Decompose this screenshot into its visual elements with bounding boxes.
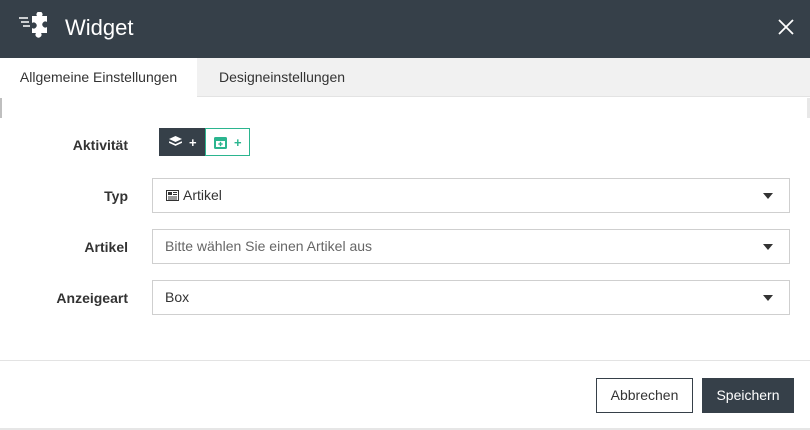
plus-sign: + bbox=[234, 135, 242, 150]
tab-design-settings[interactable]: Designeinstellungen bbox=[197, 58, 367, 97]
dialog-title: Widget bbox=[65, 15, 134, 40]
widget-dialog: Widget Allgemeine Einstellungen Designei… bbox=[0, 0, 810, 430]
plus-sign: + bbox=[189, 135, 197, 150]
activity-button-group: + + bbox=[159, 128, 250, 156]
activity-label: Aktivität bbox=[72, 137, 128, 153]
display-type-select[interactable]: Box bbox=[152, 280, 790, 315]
tab-bar: Allgemeine Einstellungen Designeinstellu… bbox=[0, 58, 810, 98]
save-button[interactable]: Speichern bbox=[702, 378, 794, 413]
tab-general-settings[interactable]: Allgemeine Einstellungen bbox=[0, 58, 197, 98]
display-type-select-value: Box bbox=[165, 289, 190, 305]
chevron-down-icon bbox=[763, 295, 773, 301]
article-label: Artikel bbox=[84, 239, 128, 255]
newspaper-icon bbox=[166, 190, 179, 201]
add-layer-button[interactable]: + bbox=[159, 128, 205, 156]
display-type-label: Anzeigeart bbox=[56, 290, 128, 306]
close-icon[interactable] bbox=[774, 15, 798, 39]
dialog-header: Widget bbox=[0, 0, 810, 58]
type-select[interactable]: Artikel bbox=[152, 178, 790, 213]
puzzle-icon bbox=[19, 12, 47, 38]
chevron-down-icon bbox=[763, 244, 773, 250]
layers-icon bbox=[169, 136, 182, 146]
calendar-plus-icon bbox=[214, 137, 227, 149]
article-select-placeholder: Bitte wählen Sie einen Artikel aus bbox=[165, 238, 373, 254]
article-select[interactable]: Bitte wählen Sie einen Artikel aus bbox=[152, 229, 790, 264]
left-edge-marker bbox=[0, 98, 2, 118]
footer-divider bbox=[0, 360, 810, 361]
chevron-down-icon bbox=[763, 193, 773, 199]
type-label: Typ bbox=[104, 188, 128, 204]
cancel-button[interactable]: Abbrechen bbox=[596, 378, 693, 413]
add-calendar-button[interactable]: + bbox=[205, 128, 250, 156]
type-select-value: Artikel bbox=[183, 187, 222, 203]
